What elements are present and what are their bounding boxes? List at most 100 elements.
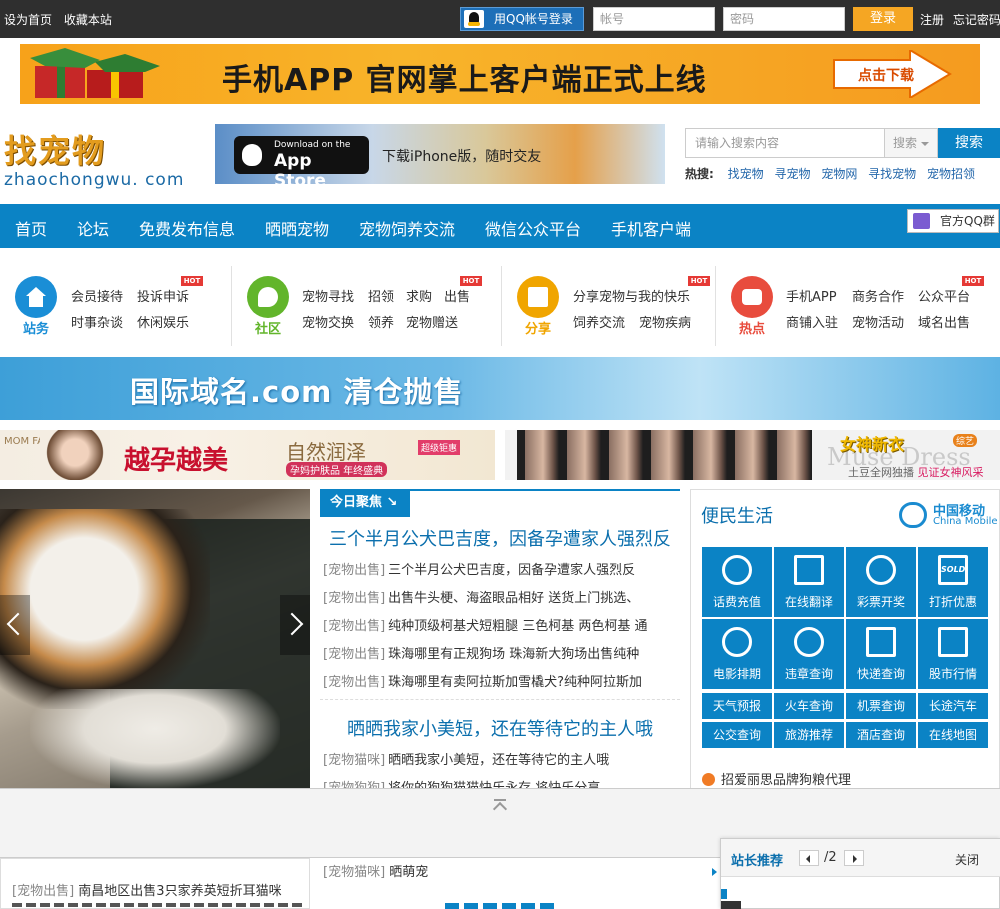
- search-button[interactable]: 搜索: [938, 128, 1000, 158]
- hot-word[interactable]: 寻找宠物: [868, 167, 916, 181]
- category-site: 站务 会员接待 投诉申诉 时事杂谈 休闲娱乐 HOT: [0, 266, 232, 346]
- hot-word[interactable]: 宠物招领: [927, 167, 975, 181]
- focus-tab[interactable]: 今日聚焦 ↘: [320, 489, 410, 517]
- popup-close-button[interactable]: 关闭: [955, 851, 979, 868]
- popup-next-icon[interactable]: [844, 850, 864, 866]
- bus-button[interactable]: 公交查询: [702, 722, 772, 748]
- tile-express[interactable]: 快递查询: [846, 619, 916, 689]
- list-item[interactable]: [宠物出售] 三个半月公犬巴吉度，因备孕遭家人强烈反: [323, 559, 675, 578]
- account-input[interactable]: 帐号: [593, 7, 715, 31]
- nav-free-post[interactable]: 免费发布信息: [139, 216, 235, 240]
- qq-group-button[interactable]: 官方QQ群: [907, 209, 999, 233]
- search-type-select[interactable]: 搜索: [884, 128, 938, 158]
- list-item[interactable]: [宠物出售] 纯种顶级柯基犬短粗腿 三色柯基 两色柯基 通: [323, 615, 675, 634]
- login-button[interactable]: 登录: [853, 7, 913, 31]
- category-link[interactable]: 域名出售: [918, 312, 970, 331]
- item-title: 珠海哪里有正规狗场 珠海新大狗场出售纯种: [388, 647, 640, 662]
- item-title: 晒晒我家小美短，还在等待它的主人哦: [388, 753, 610, 768]
- category-link[interactable]: 宠物交换: [302, 312, 354, 331]
- popup-prev-icon[interactable]: [799, 850, 819, 866]
- category-link[interactable]: 宠物赠送: [406, 312, 458, 331]
- photo-slider[interactable]: [0, 489, 310, 789]
- apple-icon: [242, 144, 262, 166]
- search-input[interactable]: 请输入搜索内容: [685, 128, 885, 158]
- app-launch-banner[interactable]: 手机APP 官网掌上客户端正式上线 点击下载: [20, 44, 980, 104]
- category-label: 热点: [738, 322, 765, 337]
- register-link[interactable]: 注册: [920, 13, 944, 27]
- tile-stocks[interactable]: 股市行情: [918, 619, 988, 689]
- app-store-banner[interactable]: Download on the App Store 下载iPhone版，随时交友: [215, 124, 665, 184]
- slider-next-arrow-icon[interactable]: [280, 595, 310, 655]
- category-label: 站务: [22, 322, 49, 337]
- tile-violation[interactable]: 违章查询: [774, 619, 844, 689]
- nav-mobile-client[interactable]: 手机客户端: [611, 216, 691, 240]
- hot-word[interactable]: 寻宠物: [774, 167, 810, 181]
- tile-lottery[interactable]: 彩票开奖: [846, 547, 916, 617]
- password-input[interactable]: 密码: [723, 7, 845, 31]
- weather-button[interactable]: 天气预报: [702, 693, 772, 719]
- category-link[interactable]: 商务合作: [852, 286, 904, 305]
- hotel-button[interactable]: 酒店查询: [846, 722, 916, 748]
- tile-label: 彩票开奖: [856, 595, 905, 609]
- slider-prev-arrow-icon[interactable]: [0, 595, 30, 655]
- tile-discount[interactable]: SOLD 打折优惠: [918, 547, 988, 617]
- category-link[interactable]: 休闲娱乐: [137, 312, 189, 331]
- category-link[interactable]: 出售: [444, 286, 470, 305]
- category-link[interactable]: 饲养交流: [573, 312, 625, 331]
- list-item[interactable]: [宠物猫咪] 晒萌宠: [323, 861, 428, 880]
- bookmark-link[interactable]: 收藏本站: [64, 13, 112, 27]
- people-icon: [866, 555, 896, 585]
- tile-recharge[interactable]: 话费充值: [702, 547, 772, 617]
- forgot-password-link[interactable]: 忘记密码: [953, 13, 1000, 27]
- category-link[interactable]: 求购: [406, 286, 432, 305]
- category-link[interactable]: 商铺入驻: [786, 312, 838, 331]
- category-link[interactable]: 分享宠物与我的快乐: [573, 286, 690, 305]
- list-item[interactable]: [宠物出售] 珠海哪里有正规狗场 珠海新大狗场出售纯种: [323, 643, 675, 662]
- category-link[interactable]: 会员接待: [71, 286, 123, 305]
- tile-translate[interactable]: 在线翻译: [774, 547, 844, 617]
- category-link[interactable]: 招领: [368, 286, 394, 305]
- qq-penguin-icon: [464, 10, 484, 28]
- travel-button[interactable]: 旅游推荐: [774, 722, 844, 748]
- list-item[interactable]: [宠物出售] 出售牛头梗、海盗眼品相好 送货上门挑选、: [323, 587, 675, 606]
- nav-show-pets[interactable]: 晒晒宠物: [265, 216, 329, 240]
- set-home-link[interactable]: 设为首页: [4, 13, 52, 27]
- tile-movies[interactable]: 电影排期: [702, 619, 772, 689]
- ad-sub: 土豆全网独播 见证女神风采: [848, 464, 984, 480]
- category-link[interactable]: 宠物活动: [852, 312, 904, 331]
- category-link[interactable]: 宠物疾病: [639, 312, 691, 331]
- map-button[interactable]: 在线地图: [918, 722, 988, 748]
- hot-word[interactable]: 找宠物: [728, 167, 764, 181]
- variety-show-ad[interactable]: Muse Dress 女神新衣 综艺 土豆全网独播 见证女神风采: [505, 430, 1000, 480]
- no-parking-icon: [794, 627, 824, 657]
- qq-login-button[interactable]: 用QQ帐号登录: [460, 7, 584, 31]
- flight-button[interactable]: 机票查询: [846, 693, 916, 719]
- nav-forum[interactable]: 论坛: [77, 216, 109, 240]
- back-to-top-icon[interactable]: [492, 799, 508, 813]
- focus-headline[interactable]: 晒晒我家小美短，还在等待它的主人哦: [320, 715, 680, 741]
- notice-link[interactable]: 招爱丽思品牌狗粮代理: [702, 769, 851, 788]
- train-button[interactable]: 火车查询: [774, 693, 844, 719]
- nav-home[interactable]: 首页: [15, 216, 47, 240]
- domain-sale-banner[interactable]: 国际域名.com 清仓抛售: [0, 357, 1000, 420]
- skincare-ad[interactable]: MOM FACE 越孕越美 自然润泽 孕妈护肤品 年终盛典 超级钜惠: [0, 430, 495, 480]
- category-link[interactable]: 手机APP: [786, 286, 837, 305]
- site-logo[interactable]: 找宠物 zhaochongwu. com: [4, 126, 204, 190]
- category-link[interactable]: 领养: [368, 312, 394, 331]
- list-item[interactable]: [宠物出售] 珠海哪里有卖阿拉斯加雪橇犬?纯种阿拉斯加: [323, 671, 675, 690]
- list-item[interactable]: [宠物猫咪] 晒晒我家小美短，还在等待它的主人哦: [323, 749, 675, 768]
- category-community: 社区 宠物寻找 招领 求购 出售 宠物交换 领养 宠物赠送 HOT: [232, 266, 502, 346]
- category-link[interactable]: 公众平台: [918, 286, 970, 305]
- tile-label: 违章查询: [784, 667, 833, 681]
- app-store-line1: Download on the: [274, 140, 351, 150]
- category-link[interactable]: 投诉申诉: [137, 286, 189, 305]
- coach-button[interactable]: 长途汽车: [918, 693, 988, 719]
- list-item[interactable]: [宠物出售] 南昌地区出售3只家养英短折耳猫咪: [12, 880, 282, 899]
- nav-wechat[interactable]: 微信公众平台: [485, 216, 581, 240]
- hot-word[interactable]: 宠物网: [821, 167, 857, 181]
- download-arrow-icon: [833, 50, 952, 98]
- focus-headline[interactable]: 三个半月公犬巴吉度，因备孕遭家人强烈反: [320, 525, 680, 551]
- category-link[interactable]: 宠物寻找: [302, 286, 354, 305]
- category-link[interactable]: 时事杂谈: [71, 312, 123, 331]
- nav-pet-care[interactable]: 宠物饲养交流: [359, 216, 455, 240]
